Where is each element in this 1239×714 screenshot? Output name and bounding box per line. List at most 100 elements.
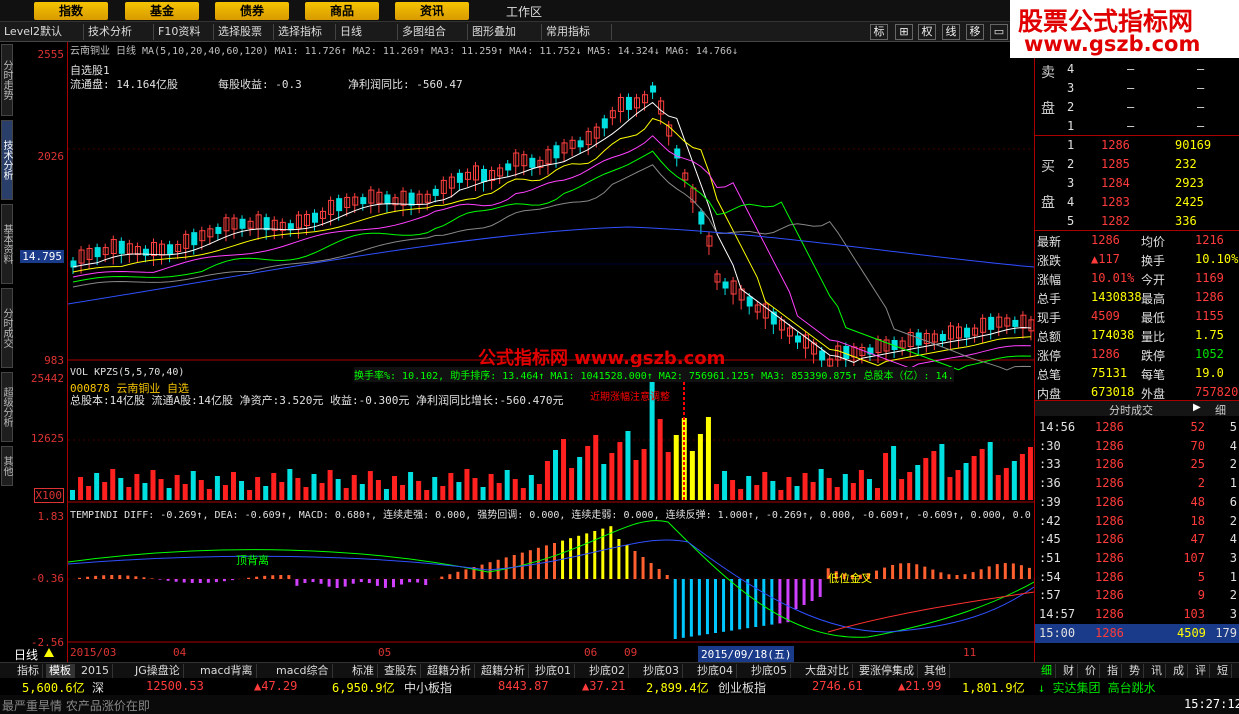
buy-level-row[interactable]: 5 1282 336 [1035,212,1239,231]
indicator-tab[interactable]: 抄底03 [640,664,683,678]
menu-bond-button[interactable]: 债券 [215,2,289,20]
trade-row[interactable]: 14:57 1286 103 3 [1035,605,1239,624]
panel-tab[interactable]: 财 [1060,664,1078,678]
menu-index-button[interactable]: 指数 [34,2,108,20]
macd-histogram-bar [375,579,379,586]
candle-body [650,85,657,93]
chart-area[interactable]: 云南铜业 日线 MA(5,10,20,40,60,120) MA1: 11.72… [68,42,1034,662]
indicator-tab[interactable]: 指标 [14,664,43,678]
overlay-button[interactable]: 图形叠加 [468,24,542,40]
sell-level-row[interactable]: 4 – – [1035,60,1239,79]
tab-fundamental[interactable]: 基本资料 [1,204,13,284]
indicator-tab[interactable]: 2015 [78,664,113,678]
panel-tab[interactable]: 价 [1082,664,1100,678]
tab-super-analysis[interactable]: 超级分析 [1,372,13,442]
tab-ticks[interactable]: 分时成交 [1,288,13,368]
indicator-tab[interactable]: 标准 [349,664,378,678]
indicator-tab[interactable]: 模板 [46,664,75,678]
quote-row: 总笔 75131 每笔 19.0 [1037,366,1224,382]
buy-level-row[interactable]: 2 1285 232 [1035,155,1239,174]
indicator-tab[interactable]: 抄底05 [748,664,791,678]
draw-line-icon[interactable]: 线 [942,24,960,40]
indicator-tab[interactable]: macd综合 [273,664,333,678]
volume-bar [601,464,607,500]
play-icon[interactable]: ▶ [1193,402,1201,413]
period-label[interactable]: 日线 [14,646,38,663]
tab-technical[interactable]: 技术分析 [1,120,13,200]
indicator-tab[interactable]: 抄底04 [694,664,737,678]
select-stock-button[interactable]: 选择股票 [214,24,274,40]
tab-intraday[interactable]: 分时走势 [1,44,13,116]
panel-tab[interactable]: 评 [1192,664,1210,678]
sell-level-row[interactable]: 2 – – [1035,98,1239,117]
multi-chart-button[interactable]: 多图组合 [398,24,468,40]
candle-body [167,244,174,255]
macd-histogram-bar [311,579,315,583]
buy-level-row[interactable]: 4 1283 2425 [1035,193,1239,212]
trade-row[interactable]: :57 1286 9 2 [1035,586,1239,605]
menu-commodity-button[interactable]: 商品 [305,2,379,20]
menu-fund-button[interactable]: 基金 [125,2,199,20]
select-indicator-button[interactable]: 选择指标 [274,24,336,40]
period-dropdown-icon[interactable] [44,648,54,657]
macd-histogram-bar [126,575,130,579]
sell-level-row[interactable]: 1 – – [1035,117,1239,136]
tech-analysis-button[interactable]: 技术分析 [84,24,154,40]
volume-bar [150,470,156,500]
menu-news-button[interactable]: 资讯 [395,2,469,20]
panel-tab[interactable]: 势 [1126,664,1144,678]
indicator-tab[interactable]: 其他 [921,664,950,678]
indicator-tab[interactable]: 要涨停集成 [856,664,918,678]
window-icon[interactable]: ▭ [990,24,1008,40]
volume-bar [182,484,188,500]
x-axis-label: 04 [173,646,187,659]
panel-tab[interactable]: 讯 [1148,664,1166,678]
indicator-tab[interactable]: macd背离 [197,664,257,678]
buy-level-row[interactable]: 1 1286 90169 [1035,136,1239,155]
move-icon[interactable]: 移 [966,24,984,40]
candle-body [312,212,318,223]
indicator-tab[interactable]: 超籍分析 [424,664,475,678]
indicator-tab[interactable]: 超籍分析 [478,664,529,678]
level2-selector[interactable]: Level2默认 [0,24,84,40]
panel-tab[interactable]: 短 [1214,664,1232,678]
trade-row[interactable]: :39 1286 48 6 [1035,493,1239,512]
period-daily-button[interactable]: 日线 [336,24,398,40]
panel-tab[interactable]: 细 [1038,664,1056,678]
tab-other[interactable]: 其他 [1,446,13,486]
f10-button[interactable]: F10资料 [154,24,214,40]
trade-row[interactable]: :54 1286 5 1 [1035,568,1239,587]
trade-row[interactable]: 14:56 1286 52 5 [1035,418,1239,437]
indicator-tab[interactable]: 抄底02 [586,664,629,678]
ticker-value: 2746.61 [812,679,863,693]
candle-body [698,211,705,225]
indicator-tab[interactable]: 大盘对比 [802,664,853,678]
panel-tab[interactable]: 成 [1170,664,1188,678]
news-scroll[interactable]: 最严重旱情 农产品涨价在即 [2,697,150,714]
alert-ticker[interactable]: ↓ 实达集团 高台跳水 [1038,679,1156,696]
trade-row[interactable]: 15:00 1286 4509 179 [1035,623,1239,643]
panel-tab[interactable]: 指 [1104,664,1122,678]
mark-icon[interactable]: 标 [870,24,888,40]
indicator-tab[interactable]: 抄底01 [532,664,575,678]
workspace-label[interactable]: 工作区 [506,3,542,20]
indicator-tab[interactable]: 查股东 [381,664,421,678]
indicator-tab[interactable]: JG操盘论 [132,664,184,678]
sell-level-row[interactable]: 3 – – [1035,79,1239,98]
weight-icon[interactable]: 权 [918,24,936,40]
macd-histogram-bar [762,579,766,626]
buy-level-row[interactable]: 3 1284 2923 [1035,174,1239,193]
trade-row[interactable]: :51 1286 107 3 [1035,549,1239,568]
trade-row[interactable]: :33 1286 25 2 [1035,455,1239,474]
macd-histogram-bar [255,576,259,579]
trade-row[interactable]: :36 1286 2 1 [1035,474,1239,493]
detail-tab[interactable]: 细 [1215,402,1226,418]
volume-bar [544,461,550,500]
candle-body [553,145,560,159]
trade-row[interactable]: :42 1286 18 2 [1035,512,1239,531]
crosshair-icon[interactable]: ⊞ [895,24,913,40]
common-indicator-button[interactable]: 常用指标 [542,24,612,40]
trade-row[interactable]: :30 1286 70 4 [1035,437,1239,456]
trade-row[interactable]: :45 1286 47 4 [1035,530,1239,549]
clock: 15:27:12 [1184,697,1239,711]
